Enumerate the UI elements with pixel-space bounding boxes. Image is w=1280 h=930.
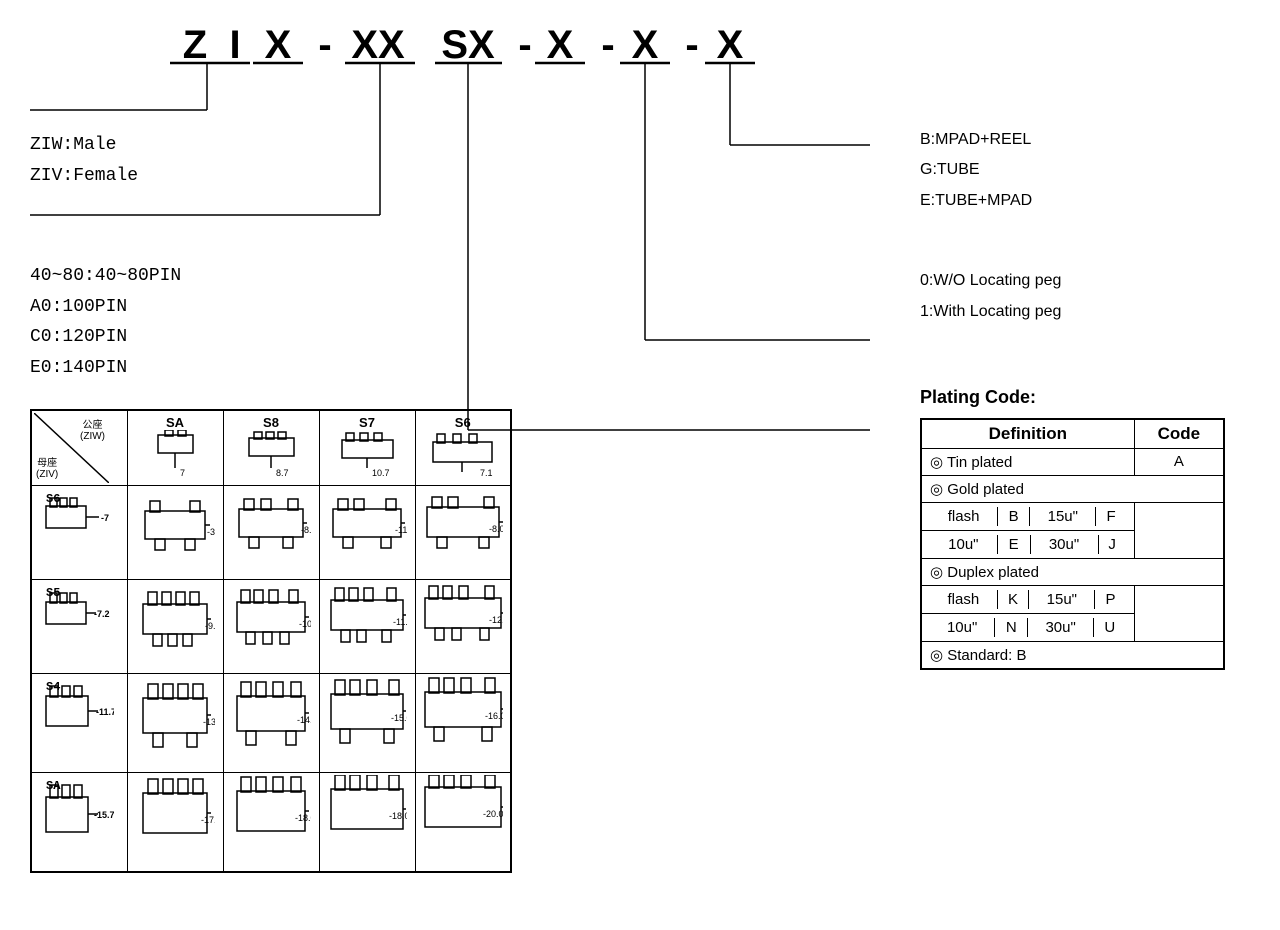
cell-s5-s8: -10.0	[223, 579, 319, 673]
svg-text:Z: Z	[183, 23, 207, 67]
cell-s6-s6: -8.0	[415, 485, 511, 579]
svg-text:8.7: 8.7	[276, 468, 289, 478]
svg-text:10.7: 10.7	[372, 468, 390, 478]
col-header-sa: SA 7	[127, 410, 223, 486]
cell-sa-s7: -18.0	[319, 772, 415, 872]
svg-text:-11.7: -11.7	[96, 707, 114, 717]
plating-col-definition: Definition	[921, 419, 1134, 449]
table-row-s5: S5 -7.2	[31, 579, 511, 673]
table-row-s6: S6 -7	[31, 485, 511, 579]
cell-s6-s7: -11.0	[319, 485, 415, 579]
pin-label-e0: E0:140PIN	[30, 353, 560, 384]
plating-row-gold-10u: 10u" E 30u" J	[921, 530, 1224, 558]
svg-text:-: -	[318, 23, 331, 67]
plating-standard-label: ◎ Standard: B	[921, 641, 1224, 669]
svg-text:-: -	[518, 23, 531, 67]
cell-s5-s6: -12.0	[415, 579, 511, 673]
plating-row-duplex-header: ◎ Duplex plated	[921, 558, 1224, 585]
plating-row-standard: ◎ Standard: B	[921, 641, 1224, 669]
ziw-female-label: ZIV:Female	[30, 161, 560, 192]
plating-gold-label: ◎ Gold plated	[921, 475, 1224, 502]
plating-row-gold-header: ◎ Gold plated	[921, 475, 1224, 502]
svg-text:7: 7	[180, 468, 185, 478]
plating-col-code: Code	[1134, 419, 1224, 449]
svg-text:-15.0: -15.0	[391, 713, 407, 723]
svg-text:-: -	[685, 23, 698, 67]
cell-s4-s8: -14.0	[223, 673, 319, 772]
pin-label-a0: A0:100PIN	[30, 292, 560, 323]
svg-text:S6: S6	[46, 492, 60, 506]
cell-s4-s7: -15.0	[319, 673, 415, 772]
plating-table: Definition Code ◎ Tin plated A ◎ Gold pl…	[920, 418, 1225, 670]
cell-s5-s7: -11.0	[319, 579, 415, 673]
locating-item-0: 0:W/O Locating peg	[920, 266, 1260, 296]
svg-text:SX: SX	[441, 23, 495, 67]
svg-text:-14.0: -14.0	[297, 715, 311, 725]
cell-sa-s8: -18.0	[223, 772, 319, 872]
svg-text:-11.0: -11.0	[393, 617, 407, 627]
plating-row-duplex-flash: flash K 15u" P	[921, 585, 1224, 613]
svg-text:X: X	[547, 23, 574, 67]
packaging-section: B:MPAD+REEL G:TUBE E:TUBE+MPAD	[920, 125, 1260, 216]
svg-text:-10.0: -10.0	[299, 619, 311, 629]
svg-text:SA: SA	[46, 779, 61, 793]
svg-text:7.1: 7.1	[480, 468, 493, 478]
cell-s4-sa: -13.0	[127, 673, 223, 772]
connector-table: 公座(ZIW) 母座(ZIV) SA 7	[30, 409, 512, 873]
svg-text:-20.0: -20.0	[483, 809, 503, 819]
ziv-male-label: ZIW:Male	[30, 130, 560, 161]
plating-row-tin: ◎ Tin plated A	[921, 448, 1224, 475]
cell-s6-sa: -3.0	[127, 485, 223, 579]
plating-duplex-label: ◎ Duplex plated	[921, 558, 1224, 585]
cell-sa-s6: -20.0	[415, 772, 511, 872]
plating-tin-code: A	[1134, 448, 1224, 475]
cell-s5-sa: -9.0	[127, 579, 223, 673]
svg-text:X: X	[717, 23, 744, 67]
svg-text:-9.0: -9.0	[205, 621, 215, 631]
svg-text:-11.0: -11.0	[395, 525, 407, 535]
cell-sa-sa: -17.0	[127, 772, 223, 872]
svg-text:-17.0: -17.0	[201, 815, 215, 825]
packaging-item-e: E:TUBE+MPAD	[920, 186, 1260, 216]
col-header-s6: S6 7.1	[415, 410, 511, 486]
pin-label-c0: C0:120PIN	[30, 322, 560, 353]
plating-row-duplex-10u: 10u" N 30u" U	[921, 613, 1224, 641]
svg-text:XX: XX	[351, 23, 405, 67]
plating-code-title: Plating Code:	[920, 387, 1260, 408]
svg-text:I: I	[229, 23, 240, 67]
plating-tin-label: ◎ Tin plated	[921, 448, 1134, 475]
locating-section: 0:W/O Locating peg 1:With Locating peg	[920, 266, 1260, 327]
svg-text:-15.7: -15.7	[94, 810, 114, 820]
packaging-item-g: G:TUBE	[920, 155, 1260, 185]
table-row-s4: S4 -11.7	[31, 673, 511, 772]
corner-bottom-label: 母座(ZIV)	[36, 454, 58, 480]
svg-text:-8.0: -8.0	[301, 525, 311, 535]
packaging-item-b: B:MPAD+REEL	[920, 125, 1260, 155]
pin-label-40-80: 40~80:40~80PIN	[30, 261, 560, 292]
svg-text:-3.0: -3.0	[207, 527, 215, 537]
corner-top-label: 公座(ZIW)	[80, 416, 105, 442]
svg-text:X: X	[265, 23, 292, 67]
svg-text:X: X	[632, 23, 659, 67]
col-header-s7: S7 10.7	[319, 410, 415, 486]
plating-duplex-flash-def: flash K 15u" P	[921, 585, 1134, 613]
svg-text:-16.0: -16.0	[485, 711, 503, 721]
svg-text:-: -	[601, 23, 614, 67]
table-row-sa: SA -15.7	[31, 772, 511, 872]
col-header-s8: S8 8.7	[223, 410, 319, 486]
svg-text:-18.0: -18.0	[389, 811, 407, 821]
svg-text:-8.0: -8.0	[489, 524, 503, 534]
svg-text:-7: -7	[101, 513, 109, 523]
cell-s4-s6: -16.0	[415, 673, 511, 772]
locating-item-1: 1:With Locating peg	[920, 297, 1260, 327]
svg-text:-13.0: -13.0	[203, 717, 215, 727]
plating-row-gold-flash: flash B 15u" F	[921, 502, 1224, 530]
svg-text:-7.2: -7.2	[94, 609, 110, 619]
svg-text:-18.0: -18.0	[295, 813, 311, 823]
cell-s6-s8: -8.0	[223, 485, 319, 579]
plating-gold-10u-def: 10u" E 30u" J	[921, 530, 1134, 558]
plating-duplex-10u-def: 10u" N 30u" U	[921, 613, 1134, 641]
svg-text:-12.0: -12.0	[489, 615, 503, 625]
plating-gold-flash-def: flash B 15u" F	[921, 502, 1134, 530]
